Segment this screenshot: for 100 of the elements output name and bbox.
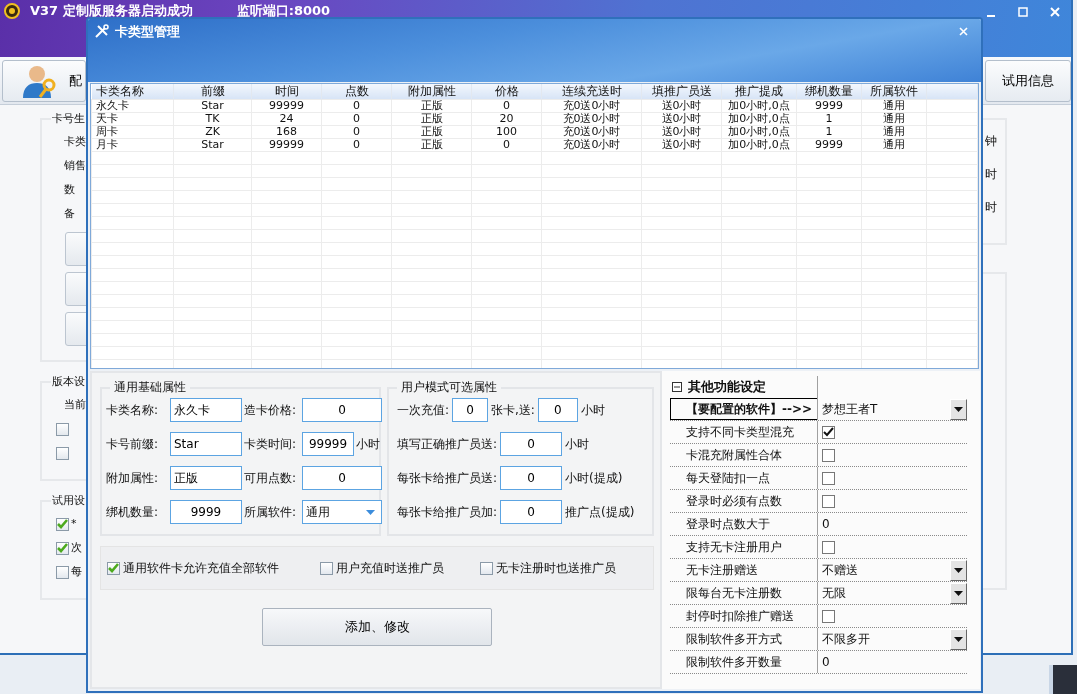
field-label: 绑机数量:: [106, 503, 160, 521]
property-value: 梦想王者T: [822, 400, 878, 418]
checkbox[interactable]: [822, 494, 835, 508]
text-field[interactable]: 0: [452, 398, 488, 422]
field-label: 卡类时间:: [244, 435, 298, 453]
checkbox[interactable]: [56, 446, 69, 460]
checkbox[interactable]: [822, 609, 835, 623]
property-name[interactable]: 支持不同卡类型混充: [670, 421, 817, 443]
text-field[interactable]: 0: [537, 398, 578, 422]
port-status: 监听端口:8000: [236, 3, 331, 19]
caret-icon: [954, 406, 963, 412]
dropdown[interactable]: 通用: [302, 500, 382, 524]
trial-info-button[interactable]: 试用信息: [985, 59, 1071, 102]
text-field[interactable]: 0: [500, 500, 562, 524]
table-cell: 充0送0小时: [541, 99, 642, 112]
checkbox[interactable]: [107, 561, 120, 575]
text-field[interactable]: 正版: [170, 466, 242, 490]
property-name[interactable]: 【要配置的软件】-->>: [670, 398, 817, 420]
column-header[interactable]: 绑机数量: [796, 84, 862, 99]
checkbox[interactable]: [320, 561, 333, 575]
property-name[interactable]: 登录时点数大于: [670, 513, 817, 535]
property-name[interactable]: 支持无卡注册用户: [670, 536, 817, 558]
checkbox[interactable]: [822, 425, 835, 439]
field-label: 推广点(提成): [565, 503, 635, 521]
unit-label: 小时: [356, 435, 380, 453]
table-cell: 正版: [391, 138, 472, 151]
property-name[interactable]: 限制软件多开方式: [670, 628, 817, 650]
caret-icon: [954, 636, 963, 642]
dropdown-button[interactable]: [950, 582, 967, 604]
column-header[interactable]: 点数: [321, 84, 392, 99]
checkbox[interactable]: [56, 517, 69, 531]
table-cell: 永久卡: [91, 99, 174, 112]
table-cell: 通用: [861, 99, 927, 112]
checkbox[interactable]: [56, 565, 69, 579]
field-label: 填写正确推广员送:: [396, 435, 497, 453]
property-name[interactable]: 无卡注册赠送: [670, 559, 817, 581]
property-name[interactable]: 每天登陆扣一点: [670, 467, 817, 489]
column-header[interactable]: 附加属性: [391, 84, 472, 99]
property-value: 0: [822, 517, 830, 531]
table-cell: 0: [321, 138, 392, 151]
table-cell: 1: [796, 112, 862, 125]
collapse-icon[interactable]: [672, 382, 682, 392]
dropdown-button[interactable]: [950, 559, 967, 581]
table-cell: 0: [471, 138, 542, 151]
table-cell: 100: [471, 125, 542, 138]
text-field[interactable]: 0: [302, 466, 382, 490]
table-cell: 加0小时,0点: [721, 138, 797, 151]
dropdown-button[interactable]: [950, 628, 967, 650]
column-header[interactable]: 时间: [251, 84, 322, 99]
property-value: 不限多开: [822, 630, 870, 648]
table-cell: 充0送0小时: [541, 138, 642, 151]
toolbar-button[interactable]: 配: [2, 59, 86, 102]
property-name[interactable]: 限每台无卡注册数: [670, 582, 817, 604]
property-value: 无限: [822, 584, 846, 602]
checkbox[interactable]: [56, 541, 69, 555]
checkbox[interactable]: [822, 471, 835, 485]
text-field[interactable]: 0: [302, 398, 382, 422]
add-edit-button[interactable]: 添加、修改: [262, 608, 492, 646]
table-cell: 送0小时: [641, 138, 722, 151]
text-field[interactable]: 99999: [302, 432, 354, 456]
property-value: 不赠送: [822, 561, 858, 579]
dropdown-button[interactable]: [950, 398, 967, 420]
text-field[interactable]: 9999: [170, 500, 242, 524]
checkbox-label: 无卡注册时也送推广员: [496, 559, 616, 577]
table-cell: 送0小时: [641, 112, 722, 125]
table-cell: 周卡: [91, 125, 174, 138]
checkbox-label: 次: [71, 540, 82, 556]
column-header[interactable]: 前缀: [173, 84, 252, 99]
checkbox[interactable]: [822, 448, 835, 462]
column-header[interactable]: 推广提成: [721, 84, 797, 99]
field-label: 小时(提成): [565, 469, 623, 487]
property-name[interactable]: 卡混充附属性合体: [670, 444, 817, 466]
text-field[interactable]: 永久卡: [170, 398, 242, 422]
group-title: 版本设: [51, 374, 86, 389]
table-cell: 24: [251, 112, 322, 125]
checkbox[interactable]: [56, 422, 69, 436]
text-field[interactable]: 0: [500, 432, 562, 456]
column-header[interactable]: 所属软件: [861, 84, 927, 99]
table-cell: 9999: [796, 99, 862, 112]
table-cell: 充0送0小时: [541, 125, 642, 138]
checkbox[interactable]: [480, 561, 493, 575]
field-label: 销售: [64, 158, 86, 174]
column-header[interactable]: 连续充送时: [541, 84, 642, 99]
property-name[interactable]: 限制软件多开数量: [670, 651, 817, 673]
column-header[interactable]: 填推广员送: [641, 84, 722, 99]
text-field[interactable]: 0: [500, 466, 562, 490]
column-header[interactable]: 卡类名称: [91, 84, 174, 99]
checkbox[interactable]: [822, 540, 835, 554]
table-cell: 0: [321, 112, 392, 125]
table-cell: 月卡: [91, 138, 174, 151]
property-name[interactable]: 封停时扣除推广赠送: [670, 605, 817, 627]
field-label: 卡类: [64, 134, 86, 150]
field-label: 时: [985, 167, 998, 181]
column-header[interactable]: 价格: [471, 84, 542, 99]
checkbox-label: 用户充值时送推广员: [336, 559, 444, 577]
table-cell: 20: [471, 112, 542, 125]
property-name[interactable]: 登录时必须有点数: [670, 490, 817, 512]
text-field[interactable]: Star: [170, 432, 242, 456]
field-label: 每张卡给推广员送:: [396, 469, 497, 487]
table-cell: 9999: [796, 138, 862, 151]
